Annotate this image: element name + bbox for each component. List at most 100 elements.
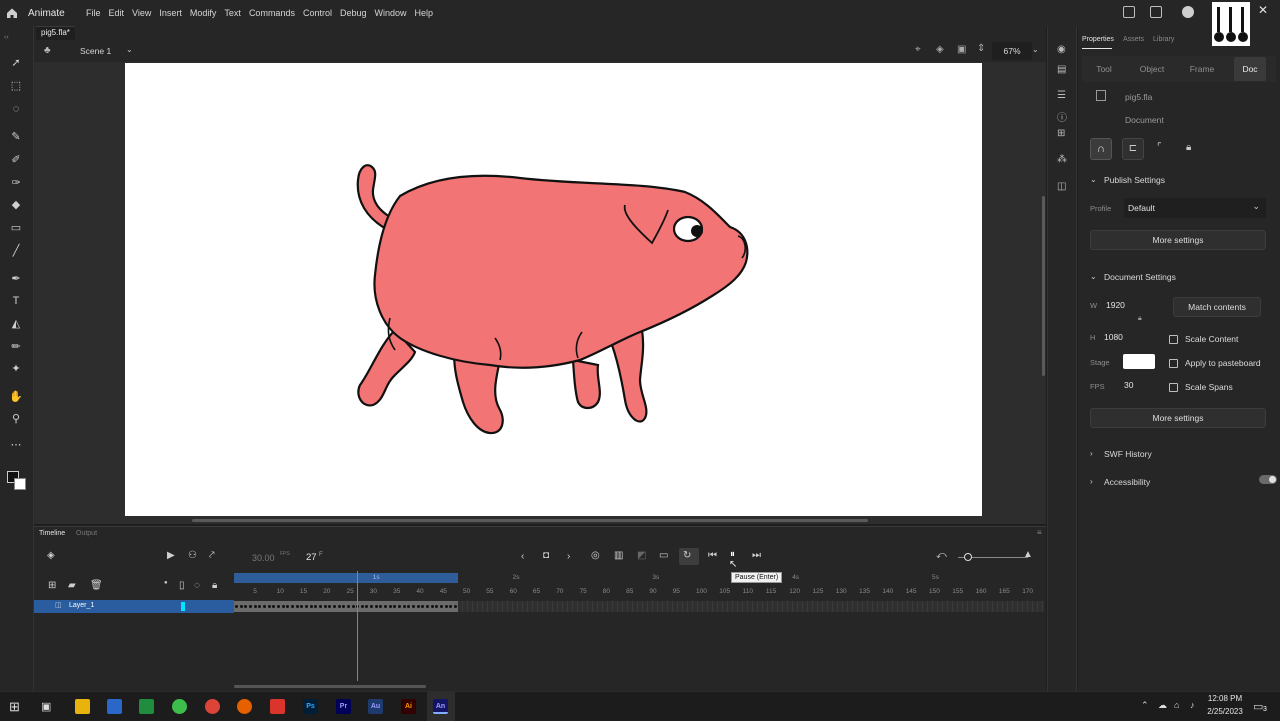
keyframe-dot[interactable] <box>337 605 341 608</box>
tray-chevron-icon[interactable]: ⌃ <box>1141 700 1149 711</box>
swatch-panel-icon[interactable]: ◉ <box>1057 44 1066 55</box>
keyframe-dot[interactable] <box>323 605 327 608</box>
playhead[interactable] <box>357 571 358 681</box>
accessibility-toggle[interactable] <box>1259 475 1277 484</box>
frame-ruler[interactable]: 5 10 15 20 25 30 35 40 45 50 55 60 65 70 75 80 85 90 95 100… <box>234 587 1044 599</box>
match-contents-button[interactable]: Match contents <box>1173 297 1261 317</box>
outline-icon[interactable]: ▯ <box>179 580 185 591</box>
keyframe-dot[interactable] <box>286 605 290 608</box>
keyframe-dot[interactable] <box>272 605 276 608</box>
snap-guides-icon[interactable]: ⊏ <box>1122 138 1144 160</box>
keyframe-dot[interactable] <box>248 605 252 608</box>
menu-window[interactable]: Window <box>371 8 411 18</box>
clock-date[interactable]: 2/25/2023 <box>1203 707 1247 716</box>
delete-icon[interactable]: 🗑︎ <box>90 580 103 591</box>
onedrive-icon[interactable]: ☁ <box>1158 700 1167 711</box>
lasso-icon[interactable]: ◌ <box>9 102 23 116</box>
keyframe-dot[interactable] <box>295 605 299 608</box>
width-field[interactable]: 1920 <box>1106 300 1125 310</box>
share-icon[interactable] <box>1123 6 1135 18</box>
keyframe-dot[interactable] <box>360 605 364 608</box>
zoom-field[interactable]: 67% <box>992 42 1032 60</box>
subtab-tool[interactable]: Tool <box>1086 57 1122 81</box>
tab-assets[interactable]: Assets <box>1123 36 1144 43</box>
edit-symbols-icon[interactable]: ◈ <box>936 44 944 55</box>
keyframe-dot[interactable] <box>435 605 439 608</box>
paint-bucket-icon[interactable]: ◭ <box>9 317 23 331</box>
chevron-right-icon[interactable]: › <box>1090 477 1093 486</box>
align-panel-icon[interactable]: ☰ <box>1057 90 1066 101</box>
clip-content-icon[interactable]: ▣ <box>957 44 966 55</box>
chevron-down-icon[interactable]: ⌄ <box>1090 272 1097 281</box>
keyframe-dot[interactable] <box>421 605 425 608</box>
keyframe-dot[interactable] <box>314 605 318 608</box>
keyframe-dot[interactable] <box>239 605 243 608</box>
keyframe-dot[interactable] <box>309 605 313 608</box>
keyframe-dot[interactable] <box>351 605 355 608</box>
height-field[interactable]: 1080 <box>1104 332 1123 342</box>
paint-brush-icon[interactable]: ✑ <box>9 176 23 190</box>
keyframe-dot[interactable] <box>365 605 369 608</box>
free-transform-icon[interactable]: ⬚ <box>9 79 23 93</box>
visibility-icon[interactable]: ◌ <box>194 580 200 591</box>
pen-fluid-brush-icon[interactable]: ✎ <box>9 130 23 144</box>
brush-icon[interactable]: ✐ <box>9 153 23 167</box>
stage-rotation-icon[interactable]: ⇕ <box>977 43 985 54</box>
corner-icon[interactable]: ⌜ <box>1157 142 1162 153</box>
insert-keyframe-icon[interactable]: ◘ <box>543 550 549 561</box>
parenting-icon[interactable]: ⚇ <box>188 550 197 561</box>
layer-row[interactable]: ◫ Layer_1 <box>34 600 234 613</box>
accessibility-title[interactable]: Accessibility <box>1104 477 1150 487</box>
menu-debug[interactable]: Debug <box>336 8 371 18</box>
task-view-icon[interactable]: ▣ <box>41 700 51 713</box>
eyedropper-icon[interactable]: ✏ <box>9 340 23 354</box>
app-red-icon[interactable] <box>270 699 285 714</box>
file-explorer-icon[interactable] <box>75 699 90 714</box>
keyframe-dot[interactable] <box>332 605 336 608</box>
document-settings-title[interactable]: Document Settings <box>1104 272 1176 282</box>
test-movie-icon[interactable] <box>1182 6 1194 18</box>
menu-file[interactable]: File <box>82 8 105 18</box>
tab-properties[interactable]: Properties <box>1082 36 1114 43</box>
scale-spans-checkbox[interactable] <box>1169 383 1178 392</box>
keyframe-dot[interactable] <box>346 605 350 608</box>
keyframe-dot[interactable] <box>416 605 420 608</box>
chevron-down-icon[interactable]: ⌄ <box>126 45 133 54</box>
text-tool-icon[interactable]: T <box>9 294 23 308</box>
store-icon[interactable] <box>107 699 122 714</box>
empty-frames[interactable] <box>458 601 1044 612</box>
horizontal-scrollbar[interactable] <box>192 519 868 522</box>
chevron-right-icon[interactable]: › <box>1090 449 1093 458</box>
subtab-object[interactable]: Object <box>1134 57 1170 81</box>
fill-color-swatch[interactable] <box>14 478 26 490</box>
keyframe-dot[interactable] <box>281 605 285 608</box>
more-tools-icon[interactable]: ⋯ <box>9 438 23 452</box>
apply-pasteboard-checkbox[interactable] <box>1169 359 1178 368</box>
tab-library[interactable]: Library <box>1153 36 1174 43</box>
publish-settings-title[interactable]: Publish Settings <box>1104 175 1165 185</box>
keyframe-dot[interactable] <box>426 605 430 608</box>
pin-icon[interactable]: ✦ <box>9 362 23 376</box>
workspace-icon[interactable] <box>1150 6 1162 18</box>
chrome-icon[interactable] <box>205 699 220 714</box>
pig-drawing[interactable] <box>125 63 982 516</box>
layers-icon[interactable]: ◈ <box>47 550 55 561</box>
home-icon[interactable] <box>6 7 18 19</box>
new-layer-icon[interactable]: ⊞ <box>48 580 56 591</box>
keyframe-dot[interactable] <box>402 605 406 608</box>
keyframe-dot[interactable] <box>407 605 411 608</box>
keyframe-dot[interactable] <box>393 605 397 608</box>
lock-icon[interactable]: 🔒︎ <box>1186 142 1191 153</box>
hand-icon[interactable]: ✋ <box>9 390 23 404</box>
fit-icon[interactable]: ⤺ <box>936 550 947 561</box>
info-panel-icon[interactable]: ⓘ <box>1057 109 1067 124</box>
keyframe-dot[interactable] <box>235 605 238 608</box>
menu-text[interactable]: Text <box>220 8 245 18</box>
prev-keyframe-icon[interactable]: ‹ <box>521 551 524 562</box>
notification-icon[interactable]: ▭ <box>1253 700 1263 713</box>
clock-time[interactable]: 12:08 PM <box>1205 694 1245 703</box>
keyframe-dot[interactable] <box>342 605 346 608</box>
app-green-icon[interactable] <box>172 699 187 714</box>
keyframe-dot[interactable] <box>384 605 388 608</box>
photoshop-icon[interactable]: Ps <box>303 699 318 714</box>
